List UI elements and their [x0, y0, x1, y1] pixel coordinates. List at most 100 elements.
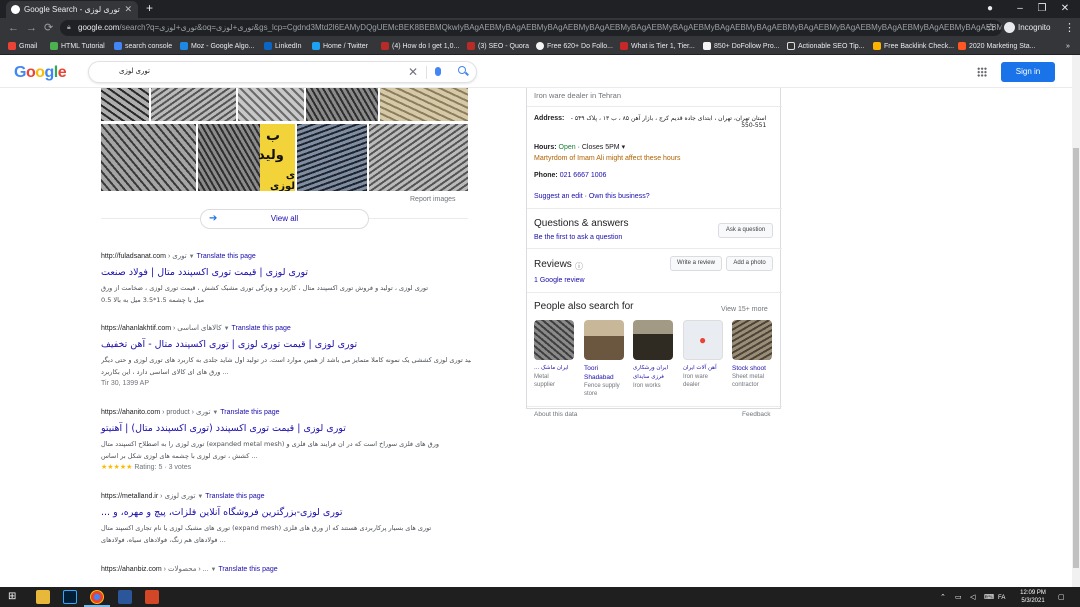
search-input[interactable]: توری لوزی ✕	[88, 61, 477, 83]
system-clock[interactable]: 12:09 PM 5/3/2021	[1015, 589, 1051, 605]
more-bookmarks-icon[interactable]: »	[1066, 38, 1070, 55]
language-indicator[interactable]: FA	[998, 595, 1005, 601]
close-window-icon[interactable]: ✕	[1050, 0, 1080, 18]
google-logo[interactable]: Google	[14, 64, 67, 82]
tray-chevron-icon[interactable]: ⌃	[940, 593, 946, 601]
bookmark-item[interactable]: (3) SEO - Quora	[467, 38, 529, 55]
image-result[interactable]	[151, 88, 236, 121]
network-icon[interactable]: ▭	[955, 593, 962, 601]
bookmark-item[interactable]: What is Tier 1, Tier...	[620, 38, 695, 55]
sign-in-button[interactable]: Sign in	[1001, 62, 1055, 82]
pas-item[interactable]: ● آهن آلات ایران Iron ware dealer	[683, 320, 723, 389]
back-icon[interactable]: ←	[8, 20, 19, 36]
hours-close[interactable]: · Closes 5PM	[576, 144, 620, 151]
add-photo-button[interactable]: Add a photo	[726, 256, 773, 271]
chrome-icon[interactable]	[90, 590, 104, 604]
image-result[interactable]	[306, 88, 378, 121]
image-result[interactable]	[369, 124, 468, 191]
browser-tab[interactable]: Google Search - توری لوزی ✕	[6, 1, 138, 18]
bookmark-item[interactable]: Home / Twitter	[312, 38, 368, 55]
photoshop-icon[interactable]	[63, 590, 77, 604]
bookmark-item[interactable]: 850+ DoFollow Pro...	[703, 38, 780, 55]
translate-link[interactable]: Translate this page	[232, 325, 291, 332]
hours-dropdown-icon[interactable]: ▾	[622, 144, 626, 151]
own-business-link[interactable]: Own this business?	[589, 193, 650, 200]
about-data-link[interactable]: About this data	[534, 411, 577, 418]
pas-item[interactable]: ایران ماشک ... Metal supplier	[534, 320, 574, 389]
bookmark-item[interactable]: Gmail	[8, 38, 37, 55]
report-images-link[interactable]: Report images	[410, 196, 456, 203]
pas-more-link[interactable]: View 15+ more	[721, 306, 768, 313]
file-explorer-icon[interactable]	[36, 590, 50, 604]
volume-icon[interactable]: ◁	[970, 593, 975, 601]
apps-grid-icon[interactable]	[977, 67, 987, 77]
menu-dots-icon[interactable]: ⋮	[1064, 20, 1075, 36]
word-icon[interactable]	[118, 590, 132, 604]
translate-link[interactable]: Translate this page	[205, 493, 264, 500]
bookmark-item[interactable]: Free 620+ Do Follo...	[536, 38, 613, 55]
translate-link[interactable]: Translate this page	[220, 409, 279, 416]
suggest-edit-link[interactable]: Suggest an edit	[534, 193, 583, 200]
kp-address: Address: استان تهران، تهران ، ابتدای جاد…	[534, 115, 766, 129]
lock-icon: 🔒︎	[67, 24, 71, 31]
write-review-button[interactable]: Write a review	[670, 256, 722, 271]
feedback-link[interactable]: Feedback	[742, 411, 771, 418]
bookmark-item[interactable]: HTML Tutorial	[50, 38, 105, 55]
pas-item[interactable]: ایران ورشکاری فرزی سایدای Iron works	[633, 320, 673, 390]
result-title[interactable]: توری لوزی | قیمت توری لوزی | توری اکسپند…	[101, 338, 471, 352]
reload-icon[interactable]: ⟳	[44, 20, 53, 36]
result-title[interactable]: توری لوزی | قیمت توری اکسپندد (توری اکسپ…	[101, 422, 471, 436]
view-all-button[interactable]: ➔ View all	[200, 209, 369, 229]
pas-item[interactable]: Stock shoot Sheet metal contractor	[732, 320, 772, 389]
image-result[interactable]	[238, 88, 304, 121]
ask-question-button[interactable]: Ask a question	[718, 223, 773, 238]
image-result[interactable]	[380, 88, 468, 121]
bookmark-item[interactable]: Free Backlink Check...	[873, 38, 954, 55]
translate-link[interactable]: Translate this page	[218, 566, 277, 573]
scrollbar-thumb[interactable]	[1073, 148, 1079, 568]
result-url[interactable]: https://ahanito.com	[101, 409, 160, 416]
profile-circle-icon[interactable]: ●	[975, 0, 1005, 18]
dropdown-arrow-icon[interactable]: ▼	[212, 410, 218, 416]
translate-link[interactable]: Translate this page	[197, 253, 256, 260]
microphone-icon[interactable]	[435, 67, 441, 76]
result-title[interactable]: توری لوزی-بزرگترین فروشگاه آنلاین فلزات،…	[101, 506, 471, 520]
image-result[interactable]	[297, 124, 367, 191]
result-title[interactable]: توری لوزی | قیمت توری اکسپندد متال | فول…	[101, 266, 471, 280]
address-bar[interactable]: 🔒︎ google.com/search?q=توری+لوزی&oq=توری…	[60, 20, 1002, 36]
image-result[interactable]	[101, 88, 149, 121]
dropdown-arrow-icon[interactable]: ▼	[224, 326, 230, 332]
pas-item[interactable]: Toori Shadabad Fence supply store	[584, 320, 624, 398]
language-icon[interactable]: ⌨	[984, 593, 994, 601]
dropdown-arrow-icon[interactable]: ▼	[189, 254, 195, 260]
bookmark-item[interactable]: (4) How do I get 1,0...	[381, 38, 459, 55]
result-url[interactable]: https://ahanbiz.com	[101, 566, 162, 573]
reviews-link[interactable]: 1 Google review	[534, 277, 585, 284]
phone-value[interactable]: 021 6667 1006	[560, 172, 607, 179]
new-tab-button[interactable]: +	[146, 1, 153, 16]
forward-icon[interactable]: →	[26, 20, 37, 36]
bookmark-item[interactable]: 2020 Marketing Sta...	[958, 38, 1036, 55]
incognito-indicator[interactable]: Incognito	[1004, 20, 1050, 36]
dropdown-arrow-icon[interactable]: ▼	[211, 567, 217, 573]
powerpoint-icon[interactable]	[145, 590, 159, 604]
twitter-icon	[312, 42, 320, 51]
result-url[interactable]: https://ahanlakhtif.com	[101, 325, 171, 332]
clear-search-icon[interactable]: ✕	[408, 64, 418, 80]
image-result[interactable]	[101, 124, 196, 191]
close-tab-icon[interactable]: ✕	[124, 1, 132, 18]
bookmark-item[interactable]: search console	[114, 38, 172, 55]
result-url[interactable]: https://metalland.ir	[101, 493, 158, 500]
info-icon[interactable]: ⓘ	[575, 261, 583, 272]
search-icon[interactable]	[458, 66, 466, 74]
result-url[interactable]: http://fuladsanat.com	[101, 253, 166, 260]
notifications-icon[interactable]: ▢	[1058, 593, 1065, 601]
bookmark-star-icon[interactable]: ☆	[986, 20, 996, 36]
dropdown-arrow-icon[interactable]: ▼	[197, 494, 203, 500]
windows-start-icon[interactable]: ⊞	[8, 590, 22, 604]
bookmark-item[interactable]: LinkedIn	[264, 38, 301, 55]
bookmark-item[interactable]: Moz - Google Algo...	[180, 38, 254, 55]
image-result[interactable]: ب ولید ی لوزی	[198, 124, 295, 191]
qa-link[interactable]: Be the first to ask a question	[534, 234, 622, 241]
bookmark-item[interactable]: Actionable SEO Tip...	[787, 38, 865, 55]
